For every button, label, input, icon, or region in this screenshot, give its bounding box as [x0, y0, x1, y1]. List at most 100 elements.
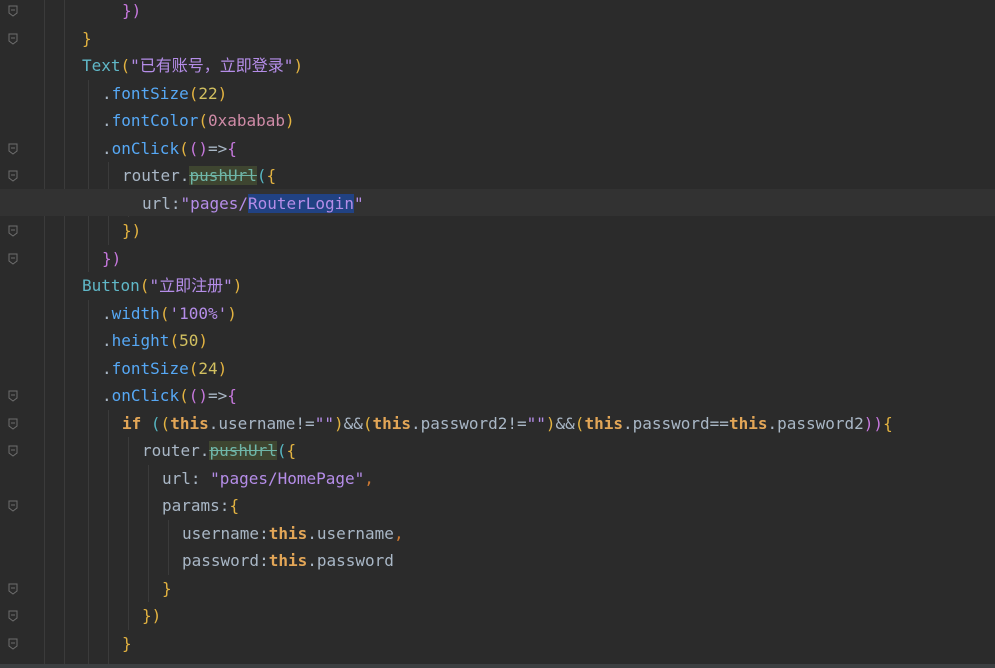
- code-token: ): [198, 331, 208, 350]
- code-line[interactable]: }: [82, 25, 92, 52]
- code-token: }): [142, 606, 162, 625]
- code-token: "已有账号，立即登录": [130, 56, 294, 75]
- fold-marker-icon[interactable]: [8, 583, 18, 595]
- code-token: password: [182, 551, 260, 570]
- indent-guide: [88, 79, 89, 272]
- code-token: :: [219, 496, 230, 515]
- indent-guide: [44, 0, 45, 668]
- code-line[interactable]: .fontColor(0xababab): [102, 107, 295, 134]
- code-line[interactable]: .fontSize(24): [102, 355, 227, 382]
- code-line[interactable]: if ((this.username!="")&&(this.password2…: [122, 410, 893, 437]
- code-line[interactable]: .fontSize(22): [102, 80, 227, 107]
- code-token: width: [111, 303, 160, 323]
- indent-guide: [128, 437, 129, 630]
- code-token: 22: [198, 83, 218, 103]
- code-line[interactable]: params:{: [162, 492, 239, 519]
- fold-marker-icon[interactable]: [8, 418, 18, 430]
- code-token: this: [268, 551, 308, 570]
- code-token: ): [217, 83, 228, 103]
- indent-guide: [168, 519, 169, 575]
- fold-marker-icon[interactable]: [8, 445, 18, 457]
- code-token: Text: [82, 56, 121, 75]
- code-editor[interactable]: })} Text("已有账号，立即登录") .fontSize(22) .fontCo…: [0, 0, 995, 668]
- code-token: .password==: [622, 413, 729, 433]
- code-token: }: [122, 633, 132, 653]
- code-token: this: [728, 413, 768, 433]
- code-token: "": [526, 413, 546, 433]
- code-token: &&: [555, 413, 575, 433]
- code-line[interactable]: url:"pages/RouterLogin": [142, 190, 364, 217]
- fold-marker-icon[interactable]: [8, 390, 18, 402]
- code-token: }): [122, 1, 142, 20]
- code-token: Button: [82, 276, 140, 295]
- fold-marker-icon[interactable]: [8, 143, 18, 155]
- code-token: this: [584, 413, 623, 433]
- code-token: this: [170, 413, 209, 433]
- code-token: pushUrl: [209, 441, 277, 460]
- code-token: onClick: [111, 138, 180, 158]
- fold-marker-icon[interactable]: [8, 638, 18, 650]
- code-line[interactable]: .height(50): [102, 327, 208, 354]
- code-token: .: [102, 138, 112, 158]
- code-token: ): [232, 276, 243, 295]
- indent-guide: [108, 409, 109, 668]
- code-token: {: [227, 386, 237, 405]
- code-token: {: [883, 413, 893, 433]
- code-line[interactable]: router.pushUrl({: [142, 437, 296, 464]
- code-line[interactable]: Text("已有账号，立即登录"): [82, 52, 303, 79]
- code-line[interactable]: url: "pages/HomePage",: [162, 465, 374, 492]
- code-token: ,: [393, 523, 404, 543]
- code-token: (: [276, 441, 287, 460]
- code-line[interactable]: }: [122, 630, 132, 657]
- code-token: 50: [179, 331, 199, 350]
- fold-marker-icon[interactable]: [8, 225, 18, 237]
- fold-marker-icon[interactable]: [8, 610, 18, 622]
- code-line[interactable]: .onClick(()=>{: [102, 135, 237, 162]
- code-token: (: [179, 138, 189, 158]
- code-line[interactable]: }: [162, 575, 172, 602]
- fold-marker-icon[interactable]: [8, 500, 18, 512]
- fold-marker-icon[interactable]: [8, 33, 18, 45]
- code-token: }): [122, 221, 142, 240]
- code-token: (: [574, 413, 585, 433]
- code-line[interactable]: password:this.password: [182, 547, 394, 574]
- code-line[interactable]: router.pushUrl({: [122, 162, 276, 189]
- code-token: .: [102, 83, 112, 103]
- fold-marker-icon[interactable]: [8, 253, 18, 265]
- code-token: }): [102, 248, 122, 268]
- code-token: this: [372, 413, 412, 433]
- code-token: fontSize: [111, 83, 189, 103]
- code-token: ): [227, 303, 237, 323]
- horizontal-scrollbar[interactable]: [0, 664, 995, 668]
- code-token: (: [179, 386, 189, 405]
- code-token: {: [229, 496, 240, 515]
- code-token: :: [170, 193, 181, 213]
- fold-marker-icon[interactable]: [8, 5, 18, 17]
- code-token: (: [150, 413, 161, 433]
- code-line[interactable]: }): [122, 0, 141, 24]
- code-line[interactable]: }): [142, 602, 161, 629]
- code-line[interactable]: Button("立即注册"): [82, 272, 242, 299]
- code-line[interactable]: .onClick(()=>{: [102, 382, 237, 409]
- code-token: 0xababab: [207, 111, 286, 130]
- code-line[interactable]: username:this.username,: [182, 520, 404, 547]
- code-token: ): [217, 358, 228, 378]
- code-token: pushUrl: [189, 166, 257, 185]
- code-token: ": [353, 193, 364, 213]
- code-token: "pages/: [180, 193, 248, 213]
- code-token: RouterLogin: [247, 193, 354, 213]
- code-token: this: [268, 523, 308, 543]
- code-token: .username!=: [208, 413, 315, 433]
- code-token: "立即注册": [149, 276, 233, 295]
- code-line[interactable]: }): [102, 245, 121, 272]
- code-line[interactable]: }): [122, 217, 141, 244]
- code-token: (): [188, 386, 208, 405]
- code-token: .: [102, 111, 112, 130]
- code-token: (: [159, 303, 170, 323]
- code-token: router: [142, 441, 200, 460]
- code-line[interactable]: .width('100%'): [102, 300, 237, 327]
- code-token: url:: [162, 468, 211, 488]
- indent-guide: [148, 464, 149, 602]
- code-token: =>: [207, 138, 228, 158]
- fold-marker-icon[interactable]: [8, 170, 18, 182]
